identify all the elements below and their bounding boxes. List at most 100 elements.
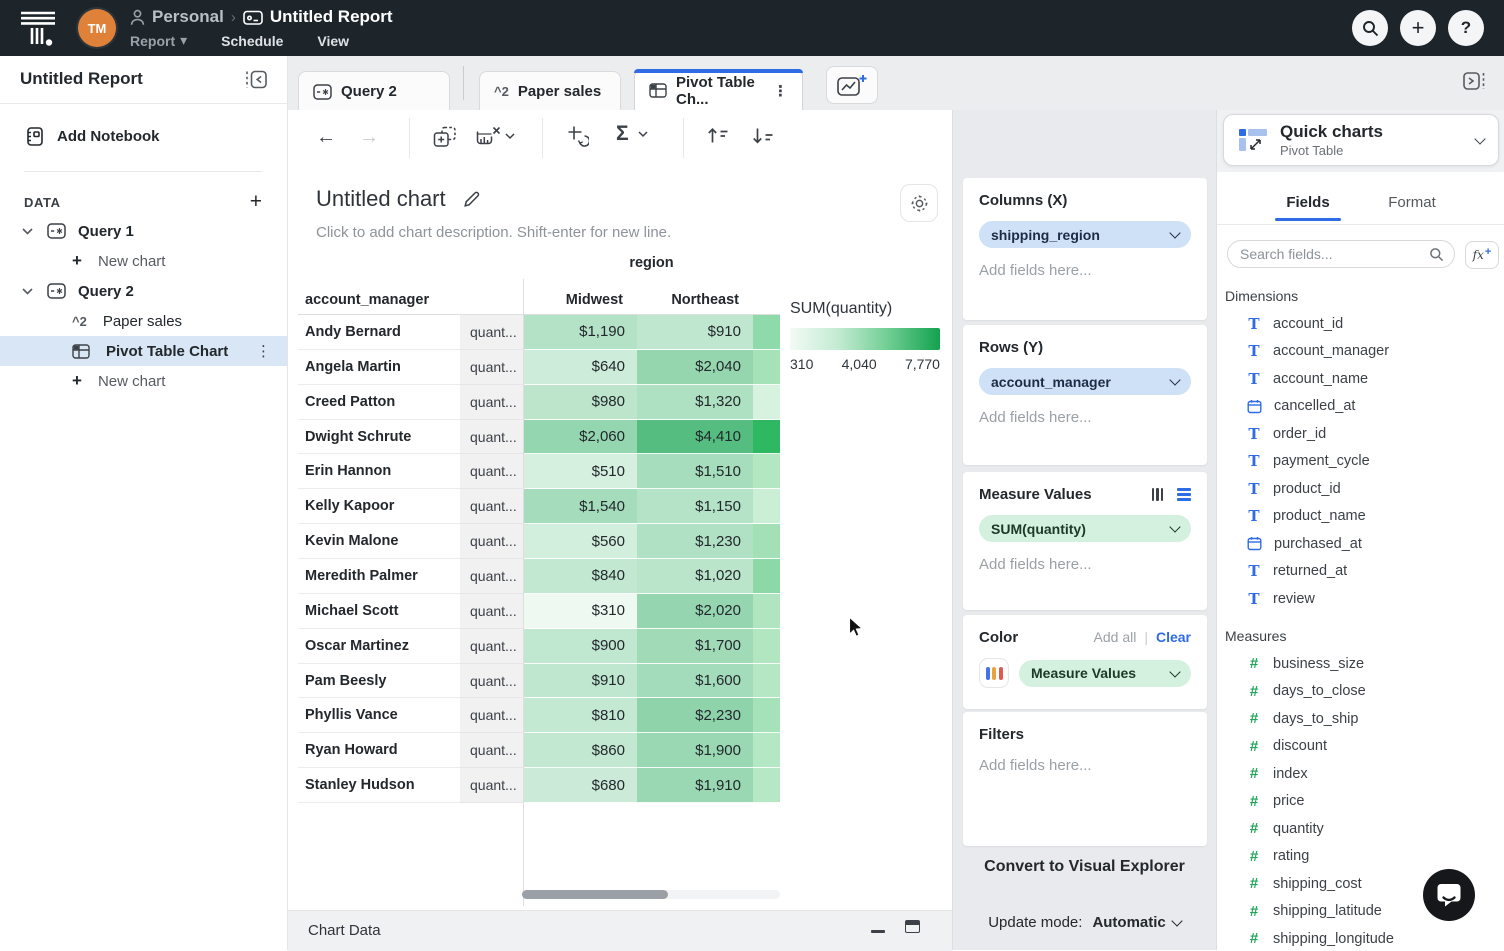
breadcrumb-workspace[interactable]: Personal — [152, 7, 224, 27]
value-cell-northeast[interactable]: $4,410 — [637, 420, 753, 455]
row-label[interactable]: Dwight Schrute — [298, 420, 460, 455]
field-item-days_to_close[interactable]: #days_to_close — [1225, 678, 1497, 706]
quick-charts-selector[interactable]: Quick charts Pivot Table — [1223, 114, 1499, 166]
value-cell-clipped[interactable] — [753, 733, 780, 768]
value-cell-midwest[interactable]: $310 — [523, 594, 637, 629]
value-cell-clipped[interactable] — [753, 385, 780, 420]
search-fields-input[interactable] — [1238, 245, 1429, 263]
value-cell-clipped[interactable] — [753, 489, 780, 524]
corner-header[interactable]: account_manager — [298, 292, 523, 308]
value-cell-northeast[interactable]: $1,320 — [637, 385, 753, 420]
row-label[interactable]: Stanley Hudson — [298, 768, 460, 803]
add-data-button[interactable]: + — [250, 194, 262, 210]
pivot-row[interactable]: Phyllis Vancequant...$810$2,230 — [298, 698, 780, 733]
value-cell-northeast[interactable]: $1,910 — [637, 768, 753, 803]
value-cell-midwest[interactable]: $860 — [523, 733, 637, 768]
value-cell-northeast[interactable]: $2,230 — [637, 698, 753, 733]
field-item-price[interactable]: #price — [1225, 788, 1497, 816]
field-item-product_id[interactable]: Tproduct_id — [1225, 475, 1497, 503]
pivot-row[interactable]: Meredith Palmerquant...$840$1,020 — [298, 559, 780, 594]
value-cell-midwest[interactable]: $840 — [523, 559, 637, 594]
tab-format[interactable]: Format — [1379, 194, 1445, 211]
collapse-sidebar-icon[interactable] — [244, 69, 269, 90]
redo-button[interactable]: → — [359, 124, 379, 150]
add-formula-button[interactable]: fx+ — [1465, 241, 1499, 269]
value-cell-midwest[interactable]: $1,540 — [523, 489, 637, 524]
value-cell-midwest[interactable]: $2,060 — [523, 420, 637, 455]
aggregate-button[interactable]: Σ — [616, 122, 648, 146]
row-label[interactable]: Angela Martin — [298, 350, 460, 385]
value-cell-midwest[interactable]: $680 — [523, 768, 637, 803]
row-label[interactable]: Kelly Kapoor — [298, 489, 460, 524]
menu-report[interactable]: Report▾ — [130, 32, 187, 49]
tab-query-2[interactable]: Query 2 — [298, 71, 450, 111]
pivot-row[interactable]: Oscar Martinezquant...$900$1,700 — [298, 629, 780, 664]
tab-paper-sales[interactable]: ^2 Paper sales — [479, 71, 621, 111]
search-button[interactable] — [1352, 10, 1388, 46]
pill-account-manager[interactable]: account_manager — [979, 368, 1191, 395]
convert-to-visual-explorer-button[interactable]: Convert to Visual Explorer — [953, 858, 1216, 876]
add-fields-dropzone[interactable]: Add fields here... — [979, 262, 1191, 279]
chart-title[interactable]: Untitled chart — [316, 186, 446, 212]
pivot-row[interactable]: Erin Hannonquant...$510$1,510 — [298, 454, 780, 489]
field-item-cancelled_at[interactable]: cancelled_at — [1225, 393, 1497, 421]
chart-description-placeholder[interactable]: Click to add chart description. Shift-en… — [316, 224, 671, 241]
value-cell-clipped[interactable] — [753, 664, 780, 699]
field-item-account_name[interactable]: Taccount_name — [1225, 365, 1497, 393]
column-header-midwest[interactable]: Midwest — [523, 292, 637, 308]
value-cell-northeast[interactable]: $1,700 — [637, 629, 753, 664]
tab-fields[interactable]: Fields — [1275, 194, 1341, 211]
field-item-business_size[interactable]: #business_size — [1225, 650, 1497, 678]
breadcrumb-report-title[interactable]: Untitled Report — [270, 7, 393, 27]
add-fields-dropzone[interactable]: Add fields here... — [979, 409, 1191, 426]
help-button[interactable]: ? — [1448, 10, 1484, 46]
sidebar-item-paper-sales[interactable]: ^2 Paper sales — [0, 306, 287, 336]
value-cell-northeast[interactable]: $1,020 — [637, 559, 753, 594]
pivot-row[interactable]: Andy Bernardquant...$1,190$910 — [298, 315, 780, 350]
value-cell-midwest[interactable]: $640 — [523, 350, 637, 385]
sidebar-item-new-chart-1[interactable]: + New chart — [0, 246, 287, 276]
update-mode-select[interactable]: Automatic — [1092, 914, 1180, 931]
column-layout-icon[interactable] — [1152, 488, 1164, 501]
row-label[interactable]: Phyllis Vance — [298, 698, 460, 733]
value-cell-northeast[interactable]: $910 — [637, 315, 753, 350]
value-cell-northeast[interactable]: $1,230 — [637, 524, 753, 559]
sidebar-item-query-1[interactable]: Query 1 — [0, 216, 287, 246]
sidebar-item-pivot-table-chart[interactable]: Pivot Table Chart ⋮ — [0, 336, 287, 366]
pivot-row[interactable]: Stanley Hudsonquant...$680$1,910 — [298, 768, 780, 803]
value-cell-northeast[interactable]: $1,150 — [637, 489, 753, 524]
pill-measure-values[interactable]: Measure Values — [1019, 660, 1191, 687]
add-notebook-button[interactable]: Add Notebook — [24, 126, 160, 147]
column-header-northeast[interactable]: Northeast — [637, 292, 753, 308]
row-label[interactable]: Ryan Howard — [298, 733, 460, 768]
row-label[interactable]: Kevin Malone — [298, 524, 460, 559]
value-cell-northeast[interactable]: $1,510 — [637, 454, 753, 489]
pivot-row[interactable]: Michael Scottquant...$310$2,020 — [298, 594, 780, 629]
value-cell-midwest[interactable]: $510 — [523, 454, 637, 489]
search-fields-box[interactable] — [1227, 240, 1455, 268]
swap-axes-button[interactable] — [567, 125, 589, 147]
field-item-account_id[interactable]: Taccount_id — [1225, 310, 1497, 338]
field-item-purchased_at[interactable]: purchased_at — [1225, 530, 1497, 558]
value-cell-midwest[interactable]: $900 — [523, 629, 637, 664]
field-item-discount[interactable]: #discount — [1225, 733, 1497, 761]
kebab-menu-icon[interactable]: ⋮ — [773, 82, 788, 100]
pivot-row[interactable]: Ryan Howardquant...$860$1,900 — [298, 733, 780, 768]
pill-sum-quantity[interactable]: SUM(quantity) — [979, 515, 1191, 542]
value-cell-northeast[interactable]: $1,900 — [637, 733, 753, 768]
field-item-quantity[interactable]: #quantity — [1225, 815, 1497, 843]
add-fields-dropzone[interactable]: Add fields here... — [979, 556, 1191, 573]
field-item-product_name[interactable]: Tproduct_name — [1225, 503, 1497, 531]
sidebar-item-new-chart-2[interactable]: + New chart — [0, 366, 287, 396]
value-cell-clipped[interactable] — [753, 454, 780, 489]
scrollbar-thumb[interactable] — [522, 890, 668, 899]
value-cell-midwest[interactable]: $810 — [523, 698, 637, 733]
row-label[interactable]: Pam Beesly — [298, 664, 460, 699]
pill-shipping-region[interactable]: shipping_region — [979, 221, 1191, 248]
chevron-down-icon[interactable] — [22, 228, 33, 235]
sort-ascending-button[interactable] — [706, 127, 729, 144]
chart-settings-button[interactable] — [900, 184, 938, 222]
sidebar-item-query-2[interactable]: Query 2 — [0, 276, 287, 306]
minimize-icon[interactable] — [871, 930, 885, 933]
app-logo-icon[interactable] — [20, 10, 56, 48]
